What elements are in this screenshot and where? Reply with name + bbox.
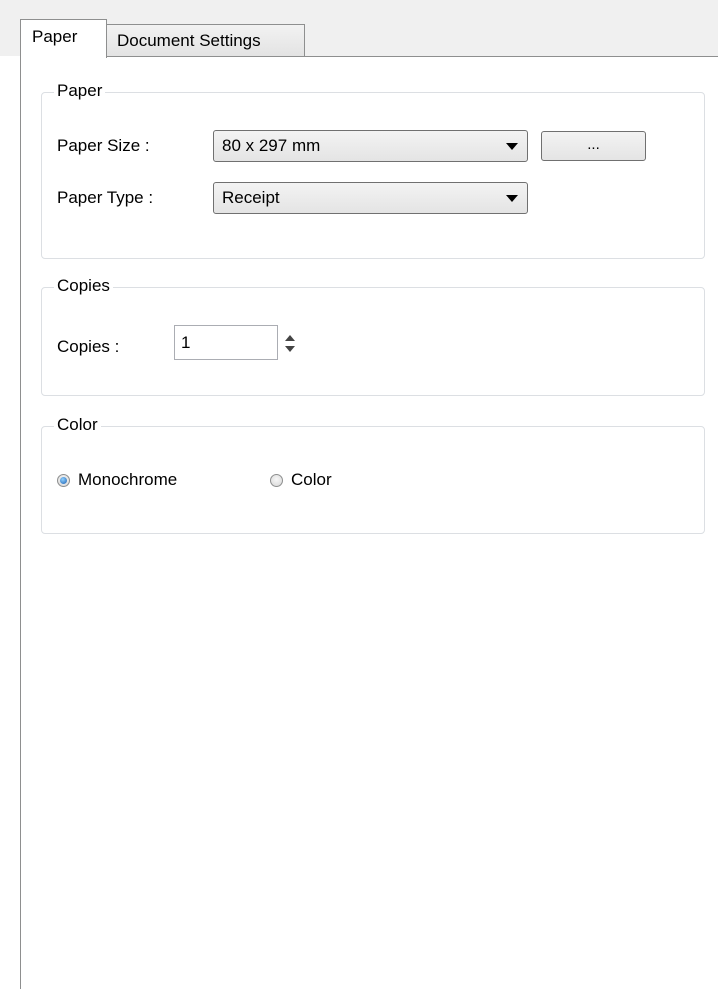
radio-monochrome-label: Monochrome	[78, 470, 178, 489]
paper-size-label: Paper Size :	[57, 136, 150, 155]
radio-color-label: Color	[291, 470, 332, 489]
copies-stepper	[280, 325, 300, 360]
chevron-down-icon	[506, 195, 518, 202]
paper-group-title: Paper	[54, 80, 106, 102]
tab-strip: Paper Document Settings	[0, 0, 718, 58]
color-group-title: Color	[54, 414, 101, 436]
paper-size-value: 80 x 297 mm	[222, 136, 321, 155]
color-group: Color Monochrome Color	[41, 414, 705, 534]
copies-label: Copies :	[57, 337, 120, 356]
spin-down-icon[interactable]	[285, 346, 295, 352]
print-settings-window: Paper Document Settings Paper Paper Size…	[0, 0, 718, 989]
copies-input[interactable]	[174, 325, 278, 360]
tab-paper[interactable]: Paper	[20, 19, 107, 58]
paper-type-value: Receipt	[222, 188, 280, 207]
radio-checked-icon	[57, 473, 70, 487]
paper-size-dropdown[interactable]: 80 x 297 mm	[213, 130, 528, 162]
radio-monochrome[interactable]: Monochrome	[57, 469, 177, 491]
tab-document-settings[interactable]: Document Settings	[106, 24, 305, 56]
paper-size-browse-button[interactable]: ...	[541, 131, 646, 161]
paper-group: Paper Paper Size : 80 x 297 mm ... Paper…	[41, 80, 705, 259]
copies-group: Copies Copies :	[41, 275, 705, 396]
radio-color[interactable]: Color	[270, 469, 332, 491]
paper-type-label: Paper Type :	[57, 188, 154, 207]
spin-up-icon[interactable]	[285, 335, 295, 341]
paper-type-dropdown[interactable]: Receipt	[213, 182, 528, 214]
copies-group-title: Copies	[54, 275, 113, 297]
radio-unchecked-icon	[270, 473, 283, 487]
paper-tab-panel: Paper Paper Size : 80 x 297 mm ... Paper…	[20, 56, 718, 989]
chevron-down-icon	[506, 143, 518, 150]
